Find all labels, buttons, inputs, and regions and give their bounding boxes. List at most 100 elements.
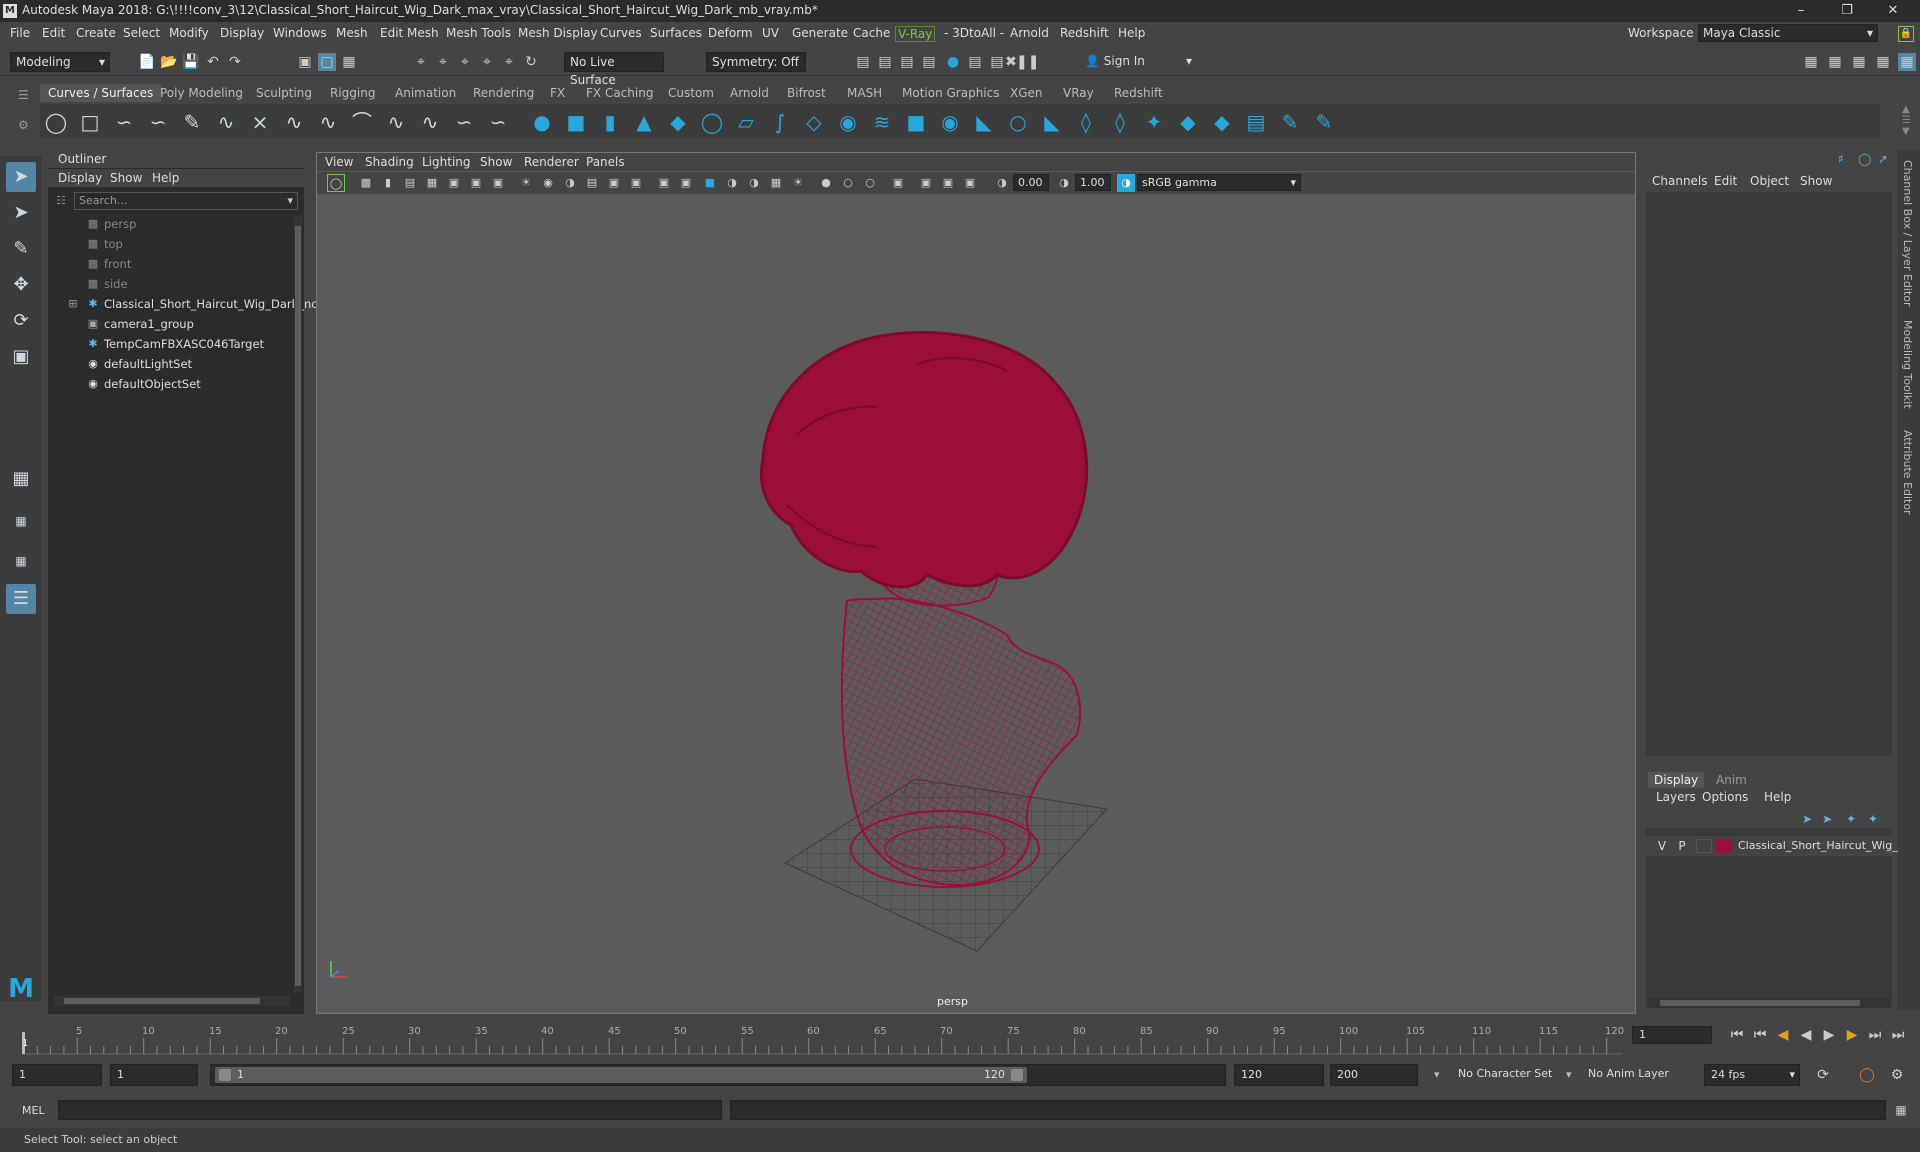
move-tool-icon[interactable]: ✥ <box>6 270 36 300</box>
safe-action-icon[interactable]: ▣ <box>939 174 957 192</box>
exposure-icon[interactable]: ◑ <box>993 174 1011 192</box>
shelf-tab-rigging[interactable]: Rigging <box>322 84 383 102</box>
reverse-curve-icon[interactable]: ∿ <box>418 110 442 134</box>
shelf-settings-icon[interactable]: ⚙ <box>18 118 29 132</box>
shelf-tab-arnold[interactable]: Arnold <box>722 84 777 102</box>
menu-create[interactable]: Create <box>76 26 116 40</box>
snap-view-icon[interactable]: ⌖ <box>478 53 496 71</box>
close-icon[interactable]: ✕ <box>1870 0 1916 22</box>
extrude-icon[interactable]: ◉ <box>836 110 860 134</box>
hypershade-icon[interactable]: ● <box>944 53 962 71</box>
outliner-item-front[interactable]: ▩ front <box>48 254 292 274</box>
character-set-dropdown[interactable]: No Character Set <box>1452 1064 1570 1086</box>
outliner-menu-display[interactable]: Display <box>58 171 102 185</box>
outliner-item-default-object-set[interactable]: ◉ defaultObjectSet <box>48 374 292 394</box>
range-start-grip[interactable] <box>219 1069 231 1081</box>
extend-curve-icon[interactable]: ∽ <box>486 110 510 134</box>
current-frame-field[interactable]: 1 <box>1632 1026 1712 1044</box>
camera-icon[interactable]: ▩ <box>357 174 375 192</box>
curve-intersect-icon[interactable]: ⨯ <box>248 110 272 134</box>
nurbs-circle-icon[interactable]: ◯ <box>44 110 68 134</box>
lasso-tool-icon[interactable]: ➤ <box>6 198 36 228</box>
fps-dropdown[interactable]: 24 fps ▾ <box>1704 1064 1800 1086</box>
step-forward-key-icon[interactable]: ⏭ <box>1866 1026 1884 1044</box>
four-view-layout-icon[interactable]: ▦ <box>6 506 36 536</box>
outliner-item-default-light-set[interactable]: ◉ defaultLightSet <box>48 354 292 374</box>
scene-end-field[interactable]: 200 <box>1330 1064 1418 1086</box>
outliner-hscroll-thumb[interactable] <box>64 998 260 1004</box>
live-surface-field[interactable]: No Live Surface <box>564 52 664 87</box>
pause-icon[interactable]: ❚❚ <box>1016 53 1039 71</box>
outliner-item-wig-group[interactable]: ⊞ ✱ Classical_Short_Haircut_Wig_Dark_nc <box>48 294 317 314</box>
search-options-icon[interactable]: ☷ <box>56 194 66 207</box>
cv-curve-icon[interactable]: ∽ <box>112 110 136 134</box>
nurbs-square-icon[interactable]: □ <box>78 110 102 134</box>
intersect-surface-icon[interactable]: ◣ <box>1040 110 1064 134</box>
snap-grid-icon[interactable]: ⌖ <box>412 53 430 71</box>
side-tab-modeling-toolkit[interactable]: Modeling Toolkit <box>1901 320 1914 409</box>
channel-box-icon[interactable]: ▦ <box>1898 53 1916 71</box>
go-to-start-icon[interactable]: ⏮ <box>1728 1026 1746 1044</box>
nurbs-plane-icon[interactable]: ◆ <box>666 110 690 134</box>
lights-icon[interactable]: ☀ <box>517 174 535 192</box>
ambient-occlusion-icon[interactable]: ◑ <box>561 174 579 192</box>
shelf-tab-poly-modeling[interactable]: Poly Modeling <box>152 84 251 102</box>
menu-mesh-display[interactable]: Mesh Display <box>518 26 598 40</box>
sign-in-button[interactable]: 👤 Sign In ▾ <box>1080 52 1196 72</box>
image-plane-icon[interactable]: ▤ <box>401 174 419 192</box>
expand-icon[interactable]: ⊞ <box>66 294 80 314</box>
shelf-menu-icon[interactable]: ☰ <box>18 88 29 102</box>
viewport-menu-shading[interactable]: Shading <box>365 155 414 169</box>
trim-icon[interactable]: ◊ <box>1074 110 1098 134</box>
shelf-tab-sculpting[interactable]: Sculpting <box>248 84 320 102</box>
new-scene-icon[interactable]: 📄 <box>138 53 156 71</box>
outliner-layout-icon[interactable]: ☰ <box>6 584 36 614</box>
checker-icon[interactable]: ▦ <box>767 174 785 192</box>
shadows-icon[interactable]: ◉ <box>539 174 557 192</box>
ipr-render-icon[interactable]: ▤ <box>898 53 916 71</box>
outliner-item-persp[interactable]: ▩ persp <box>48 214 292 234</box>
anim-layer-dropdown[interactable]: No Anim Layer <box>1582 1064 1694 1086</box>
vray-render-icon[interactable]: ▤ <box>966 53 984 71</box>
layer-hscroll-thumb[interactable] <box>1660 1000 1860 1006</box>
cb-menu-channels[interactable]: Channels <box>1652 174 1708 188</box>
shelf-tab-fx[interactable]: FX <box>542 84 573 102</box>
isolate-select-icon[interactable]: ▣ <box>605 174 623 192</box>
menu-generate[interactable]: Generate <box>792 26 848 40</box>
range-end-grip[interactable] <box>1011 1069 1023 1081</box>
layers-menu-options[interactable]: Options <box>1702 790 1748 804</box>
minimize-icon[interactable]: – <box>1778 0 1824 22</box>
cb-menu-object[interactable]: Object <box>1750 174 1789 188</box>
camera-attributes-icon[interactable]: ◯ <box>327 174 345 192</box>
color-management-icon[interactable]: ◑ <box>1117 174 1135 192</box>
render-frame-icon[interactable]: ▤ <box>876 53 894 71</box>
field-chart-icon[interactable]: ▣ <box>961 174 979 192</box>
layer-row[interactable]: V P Classical_Short_Haircut_Wig_D <box>1646 836 1906 856</box>
script-editor-icon[interactable]: ▦ <box>1892 1101 1910 1119</box>
surface-editing-icon[interactable]: ✎ <box>1312 110 1336 134</box>
light-bulb-icon[interactable]: ☀ <box>789 174 807 192</box>
range-slider-handle[interactable]: 1 120 <box>215 1067 1027 1083</box>
viewport-menu-lighting[interactable]: Lighting <box>422 155 471 169</box>
menu-cache[interactable]: Cache <box>853 26 890 40</box>
hud-icon[interactable]: ○ <box>861 174 879 192</box>
menu-deform[interactable]: Deform <box>708 26 753 40</box>
command-language-label[interactable]: MEL <box>22 1104 45 1117</box>
new-layer-icon[interactable]: ✦ <box>1846 812 1856 826</box>
project-curve-icon[interactable]: ○ <box>1006 110 1030 134</box>
playback-start-field[interactable]: 1 <box>110 1064 198 1086</box>
shelf-tab-curves-surfaces[interactable]: Curves / Surfaces <box>40 84 162 102</box>
viewport-menu-renderer[interactable]: Renderer <box>524 155 579 169</box>
anim-layer-icon[interactable]: ▾ <box>1566 1068 1572 1081</box>
outliner-vscroll-thumb[interactable] <box>295 226 301 986</box>
menu-edit-mesh[interactable]: Edit Mesh <box>380 26 439 40</box>
snap-magnet-icon[interactable]: ↻ <box>522 53 540 71</box>
snap-surface-icon[interactable]: ⌖ <box>500 53 518 71</box>
offset-curve-icon[interactable]: ∽ <box>452 110 476 134</box>
menu-curves[interactable]: Curves <box>600 26 642 40</box>
wireframe-on-shaded-icon[interactable]: ▣ <box>655 174 673 192</box>
step-back-frame-icon[interactable]: ◀ <box>1774 1026 1792 1044</box>
workspace-select[interactable]: Maya Classic ▾ <box>1698 24 1878 42</box>
depth-of-field-icon[interactable]: ○ <box>839 174 857 192</box>
menu-3dtoall[interactable]: - 3DtoAll - <box>944 26 1004 40</box>
